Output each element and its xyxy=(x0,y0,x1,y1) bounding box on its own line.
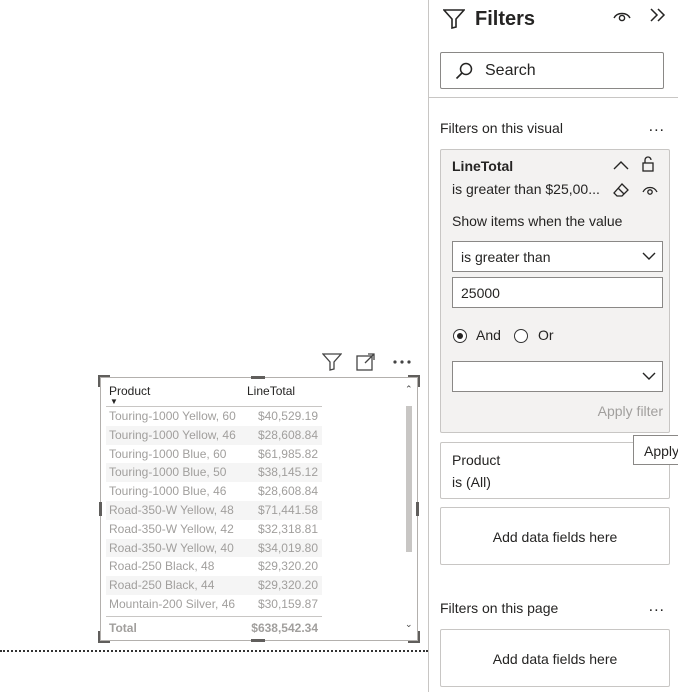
column-header-product[interactable]: Product xyxy=(109,384,150,398)
filter-card-linetotal[interactable]: LineTotal is greater than $25,00... Show… xyxy=(440,149,670,433)
table-scrollbar[interactable]: ⌃ ⌄ xyxy=(405,384,414,629)
cell-product: Touring-1000 Blue, 46 xyxy=(109,484,227,499)
eraser-icon[interactable] xyxy=(613,183,629,197)
total-row: Total $638,542.34 xyxy=(106,616,322,639)
cell-linetotal: $28,608.84 xyxy=(257,427,318,442)
cell-linetotal: $34,019.80 xyxy=(257,540,318,555)
resize-handle-bottom-right[interactable] xyxy=(408,631,420,643)
table-row[interactable]: Road-250 Black, 48 $29,320.20 xyxy=(106,557,322,576)
filter-icon xyxy=(443,9,465,29)
and-label: And xyxy=(476,327,501,343)
add-data-fields-visual[interactable]: Add data fields here xyxy=(440,507,670,565)
second-condition-dropdown[interactable] xyxy=(452,361,663,392)
tooltip: Apply filter xyxy=(633,435,678,465)
search-placeholder: Search xyxy=(485,62,536,79)
cell-linetotal: $30,159.87 xyxy=(257,596,318,611)
focus-mode-icon[interactable] xyxy=(354,350,378,374)
eye-icon[interactable] xyxy=(642,184,658,196)
search-icon xyxy=(455,62,473,80)
or-label: Or xyxy=(538,327,554,343)
filter-icon[interactable] xyxy=(320,350,344,374)
resize-handle-right[interactable] xyxy=(416,502,419,516)
scroll-thumb[interactable] xyxy=(406,406,412,552)
resize-handle-bottom[interactable] xyxy=(251,639,265,642)
add-fields-label: Add data fields here xyxy=(492,651,618,667)
more-options-icon[interactable] xyxy=(390,350,414,374)
section-title-page: Filters on this page xyxy=(440,600,559,616)
condition-dropdown[interactable]: is greater than xyxy=(452,241,663,272)
table-row[interactable]: Road-350-W Yellow, 42 $32,318.81 xyxy=(106,520,322,539)
table-row[interactable]: Touring-1000 Blue, 60 $61,985.82 xyxy=(106,445,322,464)
table-row[interactable]: Touring-1000 Blue, 46 $28,608.84 xyxy=(106,482,322,501)
table-row[interactable]: Touring-1000 Blue, 50 $38,145.12 xyxy=(106,463,322,483)
section-title-visual: Filters on this visual xyxy=(440,120,563,136)
value-text: 25000 xyxy=(461,285,500,301)
show-items-label: Show items when the value xyxy=(452,213,623,229)
filter-card-summary: is greater than $25,00... xyxy=(452,181,600,197)
cell-linetotal: $28,608.84 xyxy=(257,484,318,499)
lock-icon[interactable] xyxy=(642,156,654,172)
apply-filter-button[interactable]: Apply filter xyxy=(598,403,663,419)
cell-product: Road-350-W Yellow, 40 xyxy=(109,540,234,555)
search-input[interactable]: Search xyxy=(440,52,664,89)
chevron-down-icon xyxy=(642,252,656,261)
cell-product: Touring-1000 Blue, 60 xyxy=(109,446,227,461)
divider xyxy=(429,97,678,98)
cell-product: Road-250 Black, 44 xyxy=(109,578,215,593)
collapse-pane-icon[interactable] xyxy=(649,7,667,23)
data-table: Product ▼ LineTotal Touring-1000 Yellow,… xyxy=(106,378,322,614)
pane-title: Filters xyxy=(475,8,536,30)
table-row[interactable]: Mountain-200 Silver, 46 $30,159.87 xyxy=(106,595,322,614)
condition-value: is greater than xyxy=(461,249,551,265)
cell-linetotal: $32,318.81 xyxy=(257,521,318,536)
more-options-page[interactable]: ... xyxy=(649,598,665,616)
cell-linetotal: $40,529.19 xyxy=(257,409,318,423)
add-fields-label: Add data fields here xyxy=(492,529,618,545)
filter-card-field: Product xyxy=(452,452,501,468)
total-label: Total xyxy=(109,621,137,635)
visual-header xyxy=(318,350,418,374)
cell-product: Touring-1000 Blue, 50 xyxy=(109,465,227,480)
eye-icon[interactable] xyxy=(613,9,631,23)
sort-descending-icon: ▼ xyxy=(110,397,118,406)
filters-pane: Filters Search Filters on this visual ..… xyxy=(428,0,678,692)
cell-product: Road-350-W Yellow, 42 xyxy=(109,521,234,536)
table-header: Product ▼ LineTotal xyxy=(106,378,322,407)
resize-handle-left[interactable] xyxy=(99,502,102,516)
filter-card-summary: is (All) xyxy=(452,474,491,490)
filter-card-field: LineTotal xyxy=(452,158,514,174)
add-data-fields-page[interactable]: Add data fields here xyxy=(440,629,670,687)
and-radio[interactable] xyxy=(453,329,467,343)
cell-linetotal: $71,441.58 xyxy=(257,502,318,517)
chevron-down-icon xyxy=(642,372,656,381)
cell-linetotal: $29,320.20 xyxy=(257,578,318,593)
report-canvas: Product ▼ LineTotal Touring-1000 Yellow,… xyxy=(0,0,428,692)
scroll-up-icon[interactable]: ⌃ xyxy=(405,384,413,395)
page-boundary xyxy=(0,650,428,652)
or-radio[interactable] xyxy=(514,329,528,343)
cell-product: Road-250 Black, 48 xyxy=(109,559,215,574)
table-body: Touring-1000 Yellow, 60 $40,529.19 Touring… xyxy=(106,407,322,614)
cell-linetotal: $61,985.82 xyxy=(257,446,318,461)
table-row[interactable]: Road-350-W Yellow, 40 $34,019.80 xyxy=(106,538,322,558)
cell-product: Touring-1000 Yellow, 60 xyxy=(109,409,236,423)
cell-product: Road-350-W Yellow, 48 xyxy=(109,502,234,517)
cell-linetotal: $38,145.12 xyxy=(257,465,318,480)
table-row[interactable]: Touring-1000 Yellow, 46 $28,608.84 xyxy=(106,425,322,445)
table-row[interactable]: Road-250 Black, 44 $29,320.20 xyxy=(106,576,322,595)
scroll-down-icon[interactable]: ⌄ xyxy=(405,619,413,630)
total-value: $638,542.34 xyxy=(251,621,318,635)
value-input[interactable]: 25000 xyxy=(452,277,663,308)
cell-linetotal: $29,320.20 xyxy=(257,559,318,574)
column-header-linetotal[interactable]: LineTotal xyxy=(247,384,295,398)
cell-product: Mountain-200 Silver, 46 xyxy=(109,596,236,611)
table-row[interactable]: Touring-1000 Yellow, 60 $40,529.19 xyxy=(106,407,322,426)
table-row[interactable]: Road-350-W Yellow, 48 $71,441.58 xyxy=(106,500,322,520)
table-visual[interactable]: Product ▼ LineTotal Touring-1000 Yellow,… xyxy=(98,375,420,643)
more-options-visual[interactable]: ... xyxy=(649,118,665,136)
cell-product: Touring-1000 Yellow, 46 xyxy=(109,427,236,442)
chevron-up-icon[interactable] xyxy=(613,160,629,170)
